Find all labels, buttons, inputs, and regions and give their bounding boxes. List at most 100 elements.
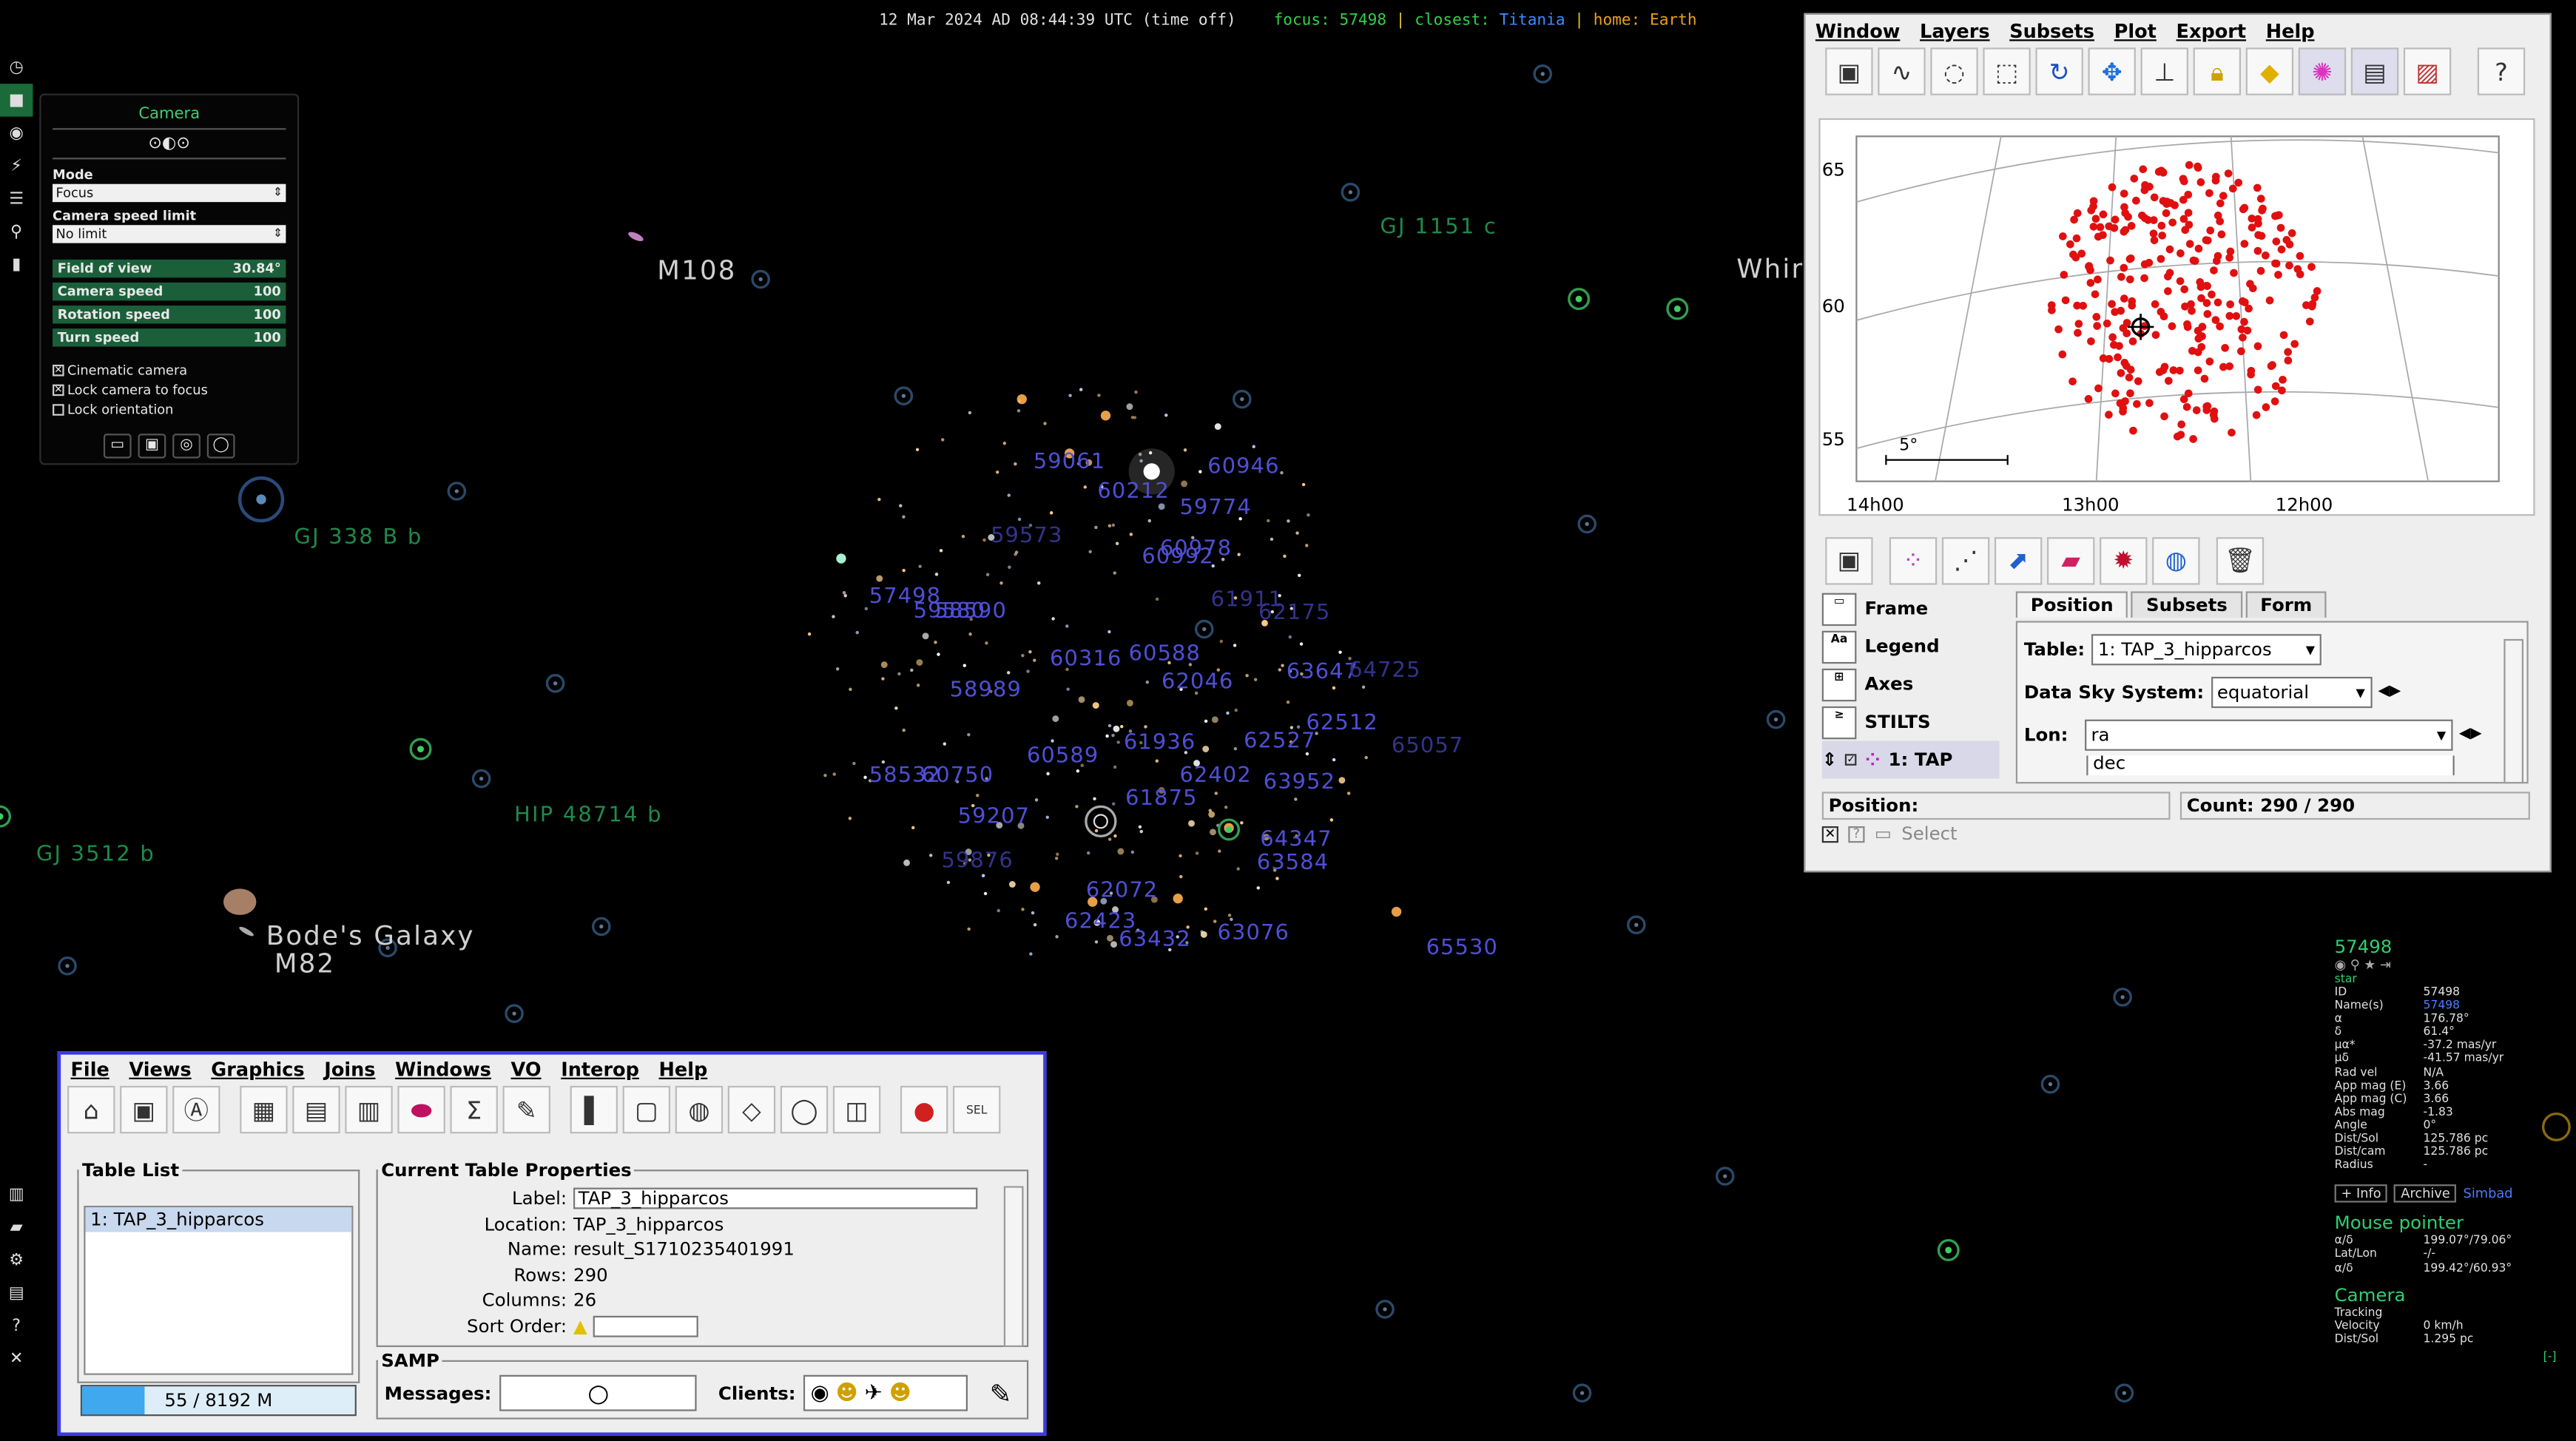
plot-point[interactable]: [2094, 384, 2103, 393]
samp-connect-icon[interactable]: ✎: [990, 1377, 1012, 1408]
speed-limit-select[interactable]: No limit: [53, 225, 286, 243]
plot-point[interactable]: [2117, 369, 2125, 377]
window-icon[interactable]: ▣: [1825, 536, 1873, 584]
plot-point[interactable]: [2120, 294, 2128, 303]
menu-graphics[interactable]: Graphics: [201, 1058, 314, 1081]
plot-point[interactable]: [2061, 296, 2070, 305]
plot-point[interactable]: [2184, 190, 2193, 199]
star-label[interactable]: 60212: [1097, 479, 1169, 504]
plot-point[interactable]: [2203, 402, 2212, 411]
clients-box[interactable]: ◉ ☻ ✈ ☻: [803, 1374, 968, 1411]
sort-order-select[interactable]: [593, 1315, 699, 1337]
plot-point[interactable]: [2257, 232, 2266, 240]
plot-point[interactable]: [2091, 290, 2100, 299]
close-icon[interactable]: ✕: [0, 1342, 33, 1374]
folder-icon[interactable]: ▰: [0, 1211, 33, 1243]
plot-point[interactable]: [2120, 189, 2128, 198]
plot-point[interactable]: [2278, 386, 2286, 395]
plot-point[interactable]: [2125, 275, 2134, 284]
plot-point[interactable]: [2106, 256, 2114, 265]
log-icon[interactable]: ▤: [0, 1276, 33, 1309]
plot-point[interactable]: [2256, 195, 2265, 203]
plot-point[interactable]: [2253, 385, 2262, 394]
close-icon[interactable]: ✕: [1821, 825, 1838, 843]
star-label[interactable]: 64347: [1260, 828, 1332, 852]
plot-point[interactable]: [2305, 317, 2314, 325]
plot-point[interactable]: [2099, 210, 2108, 219]
orbit-icon[interactable]: ◯: [206, 433, 235, 459]
help-icon[interactable]: ?: [0, 1309, 33, 1342]
menu-help[interactable]: Help: [2256, 20, 2324, 43]
plot-point[interactable]: [2274, 271, 2282, 279]
datasets-icon[interactable]: ☰: [0, 182, 33, 215]
menu-vo[interactable]: VO: [501, 1058, 551, 1081]
plot-point[interactable]: [2087, 206, 2096, 215]
plot-point[interactable]: [2149, 216, 2158, 224]
settings-icon[interactable]: ⚙: [0, 1243, 33, 1276]
bucket-icon[interactable]: ◆: [2245, 47, 2294, 95]
fov-slider[interactable]: Field of view 30.84°: [53, 259, 286, 278]
plot-point[interactable]: [2253, 183, 2262, 192]
star-label[interactable]: 65530: [1426, 937, 1498, 961]
plot-point[interactable]: [2164, 377, 2173, 385]
window-icon[interactable]: ▣: [1825, 47, 1873, 95]
plot-point[interactable]: [2219, 192, 2228, 200]
menu-subsets[interactable]: Subsets: [2000, 20, 2104, 43]
plot-point[interactable]: [2119, 324, 2128, 332]
delete-layer-icon[interactable]: 🗑︎: [2216, 536, 2265, 584]
plot-point[interactable]: [2162, 209, 2171, 217]
plot-point[interactable]: [2253, 246, 2262, 255]
star-label[interactable]: 62072: [1086, 879, 1158, 903]
plot-point[interactable]: [2272, 259, 2281, 268]
plot-point[interactable]: [2216, 199, 2225, 208]
plot-point[interactable]: [2293, 265, 2302, 274]
star-label[interactable]: 61875: [1125, 787, 1197, 811]
plot-point[interactable]: [2150, 193, 2159, 202]
plot-point[interactable]: [2210, 266, 2218, 274]
deep-sky-label[interactable]: Whir: [1736, 253, 1804, 284]
star-label[interactable]: 63584: [1257, 851, 1329, 875]
help-icon[interactable]: ?: [2477, 47, 2526, 95]
plot-point[interactable]: [2234, 178, 2243, 187]
plot-point[interactable]: [2168, 218, 2177, 227]
plot-point[interactable]: [2163, 272, 2172, 281]
cinematic-checkbox[interactable]: ✕ Cinematic camera: [53, 363, 297, 378]
plot-point[interactable]: [2217, 230, 2226, 239]
help-icon[interactable]: ?: [1848, 825, 1865, 843]
plot-point[interactable]: [2145, 258, 2154, 267]
plot-point[interactable]: [2079, 302, 2088, 310]
plot-point[interactable]: [2157, 254, 2165, 263]
plot-point[interactable]: [2237, 325, 2246, 334]
plot-point[interactable]: [2239, 333, 2247, 342]
table-icon[interactable]: ▦: [240, 1085, 288, 1134]
plot-point[interactable]: [2110, 340, 2118, 349]
arrow-left-right-icon[interactable]: ◀▶: [2459, 726, 2482, 743]
plot-point[interactable]: [2094, 232, 2103, 241]
plot-point[interactable]: [2120, 263, 2128, 272]
plot-point[interactable]: [2302, 301, 2310, 309]
tab-subsets[interactable]: Subsets: [2131, 591, 2242, 618]
plot-point[interactable]: [2232, 311, 2241, 320]
plot-point[interactable]: [2180, 285, 2189, 294]
subsets-icon[interactable]: ⬬: [397, 1085, 445, 1134]
plot-point[interactable]: [2134, 377, 2142, 385]
plot-point[interactable]: [2196, 178, 2205, 186]
plot-point[interactable]: [2158, 232, 2166, 240]
plot-point[interactable]: [2189, 435, 2197, 443]
plot-point[interactable]: [2054, 325, 2063, 334]
time-icon[interactable]: ◷: [0, 51, 33, 84]
exoplanet-label[interactable]: GJ 1151 c: [1380, 215, 1497, 240]
plot-point[interactable]: [2307, 263, 2316, 271]
bookmark-icon[interactable]: ▮: [0, 248, 33, 280]
plot-point[interactable]: [2187, 300, 2195, 308]
focus-action-icons[interactable]: ◉ ⚲ ★ ⇥: [2335, 958, 2557, 973]
location-icon[interactable]: ⚲: [0, 215, 33, 248]
menu-joins[interactable]: Joins: [314, 1058, 385, 1081]
plot-point[interactable]: [2213, 212, 2222, 220]
plot-point[interactable]: [2248, 284, 2257, 293]
plot-point[interactable]: [2188, 346, 2196, 355]
archive-button[interactable]: Archive: [2394, 1184, 2457, 1204]
plot-point[interactable]: [2086, 279, 2095, 287]
arrow-left-right-icon[interactable]: ◀▶: [2378, 684, 2401, 700]
star-label[interactable]: 59774: [1179, 496, 1251, 521]
